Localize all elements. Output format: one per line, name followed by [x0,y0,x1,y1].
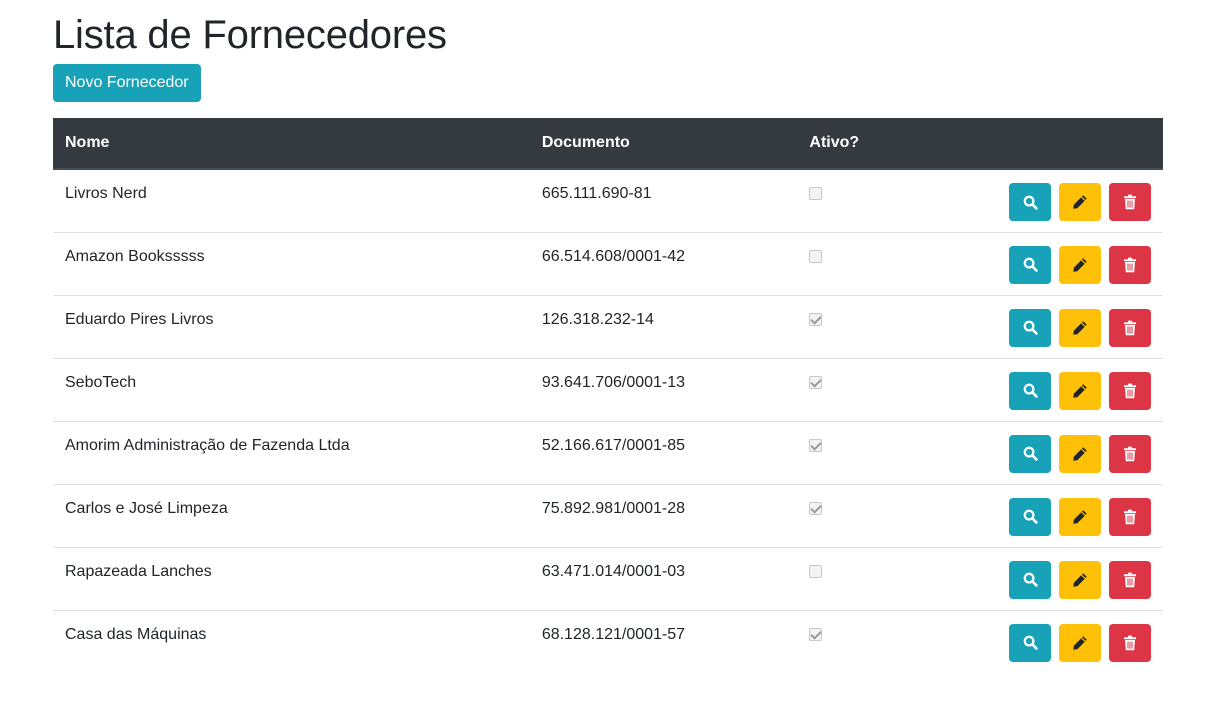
trash-icon [1123,383,1137,399]
row-actions [1009,623,1151,662]
delete-button[interactable] [1109,434,1151,473]
edit-button[interactable] [1059,245,1101,284]
row-actions [1009,560,1151,599]
view-button[interactable] [1009,308,1051,347]
supplier-name: Amazon Booksssss [53,231,530,295]
supplier-document: 52.166.617/0001-85 [529,420,798,484]
edit-button[interactable] [1059,434,1101,473]
table-row: Amazon Booksssss 66.514.608/0001-42 [53,231,1163,295]
supplier-document: 126.318.232-14 [529,294,798,358]
trash-icon [1123,572,1137,588]
trash-icon [1123,446,1137,462]
supplier-document: 93.641.706/0001-13 [529,357,798,421]
search-icon [1023,320,1038,335]
pencil-icon [1072,635,1088,651]
table-header: Nome Documento Ativo? [53,118,1163,170]
view-button[interactable] [1009,183,1051,221]
column-header-actions [997,118,1163,170]
page-title: Lista de Fornecedores [53,13,447,57]
active-checkbox [809,249,823,263]
delete-button[interactable] [1109,497,1151,536]
edit-button[interactable] [1059,308,1101,347]
pencil-icon [1072,446,1088,462]
table-row: Carlos e José Limpeza 75.892.981/0001-28 [53,483,1163,547]
search-icon [1023,572,1038,587]
column-header-ativo: Ativo? [797,118,997,170]
supplier-name: Casa das Máquinas [53,609,530,673]
supplier-name: Carlos e José Limpeza [53,483,530,547]
trash-icon [1123,635,1137,651]
row-actions [1009,371,1151,410]
row-actions [1009,245,1151,284]
active-checkbox [809,501,823,515]
search-icon [1023,446,1038,461]
supplier-document: 66.514.608/0001-42 [529,231,798,295]
row-actions [1009,308,1151,347]
table-row: Amorim Administração de Fazenda Ltda 52.… [53,420,1163,484]
active-checkbox [809,187,823,200]
row-actions [1009,497,1151,536]
row-actions [1009,434,1151,473]
search-icon [1023,257,1038,272]
active-checkbox [809,564,823,578]
pencil-icon [1072,509,1088,525]
edit-button[interactable] [1059,183,1101,221]
table-body: Livros Nerd 665.111.690-81 Amazon Bookss… [53,169,1163,673]
delete-button[interactable] [1109,371,1151,410]
row-actions [1009,183,1151,221]
delete-button[interactable] [1109,560,1151,599]
main-container: Lista de Fornecedores Novo Fornecedor No… [53,0,1163,673]
trash-icon [1123,257,1137,273]
supplier-name: SeboTech [53,357,530,421]
edit-button[interactable] [1059,623,1101,662]
delete-button[interactable] [1109,183,1151,221]
supplier-name: Rapazeada Lanches [53,546,530,610]
pencil-icon [1072,320,1088,336]
supplier-document: 63.471.014/0001-03 [529,546,798,610]
search-icon [1023,635,1038,650]
table-row: Eduardo Pires Livros 126.318.232-14 [53,294,1163,358]
view-button[interactable] [1009,371,1051,410]
table-row: SeboTech 93.641.706/0001-13 [53,357,1163,421]
search-icon [1023,383,1038,398]
trash-icon [1123,509,1137,525]
pencil-icon [1072,257,1088,273]
trash-icon [1123,194,1137,210]
supplier-document: 68.128.121/0001-57 [529,609,798,673]
trash-icon [1123,320,1137,336]
search-icon [1023,509,1038,524]
view-button[interactable] [1009,245,1051,284]
supplier-document: 75.892.981/0001-28 [529,483,798,547]
suppliers-table: Nome Documento Ativo? Livros Nerd 665.11… [53,118,1163,673]
active-checkbox [809,312,823,326]
table-row: Livros Nerd 665.111.690-81 [53,169,1163,232]
column-header-nome: Nome [53,118,530,170]
pencil-icon [1072,572,1088,588]
delete-button[interactable] [1109,308,1151,347]
delete-button[interactable] [1109,623,1151,662]
supplier-document: 665.111.690-81 [541,185,652,202]
edit-button[interactable] [1059,560,1101,599]
search-icon [1023,195,1038,210]
supplier-name: Eduardo Pires Livros [53,294,530,358]
edit-button[interactable] [1059,497,1101,536]
pencil-icon [1072,383,1088,399]
column-header-documento: Documento [529,118,798,170]
active-checkbox [809,375,823,389]
pencil-icon [1072,194,1088,210]
supplier-name: Amorim Administração de Fazenda Ltda [53,420,530,484]
view-button[interactable] [1009,497,1051,536]
view-button[interactable] [1009,560,1051,599]
delete-button[interactable] [1109,245,1151,284]
supplier-name: Livros Nerd [65,185,147,202]
edit-button[interactable] [1059,371,1101,410]
table-row: Rapazeada Lanches 63.471.014/0001-03 [53,546,1163,610]
view-button[interactable] [1009,434,1051,473]
active-checkbox [809,438,823,452]
table-row: Casa das Máquinas 68.128.121/0001-57 [53,609,1163,673]
view-button[interactable] [1009,623,1051,662]
active-checkbox [809,627,823,641]
new-supplier-button[interactable]: Novo Fornecedor [53,64,201,102]
